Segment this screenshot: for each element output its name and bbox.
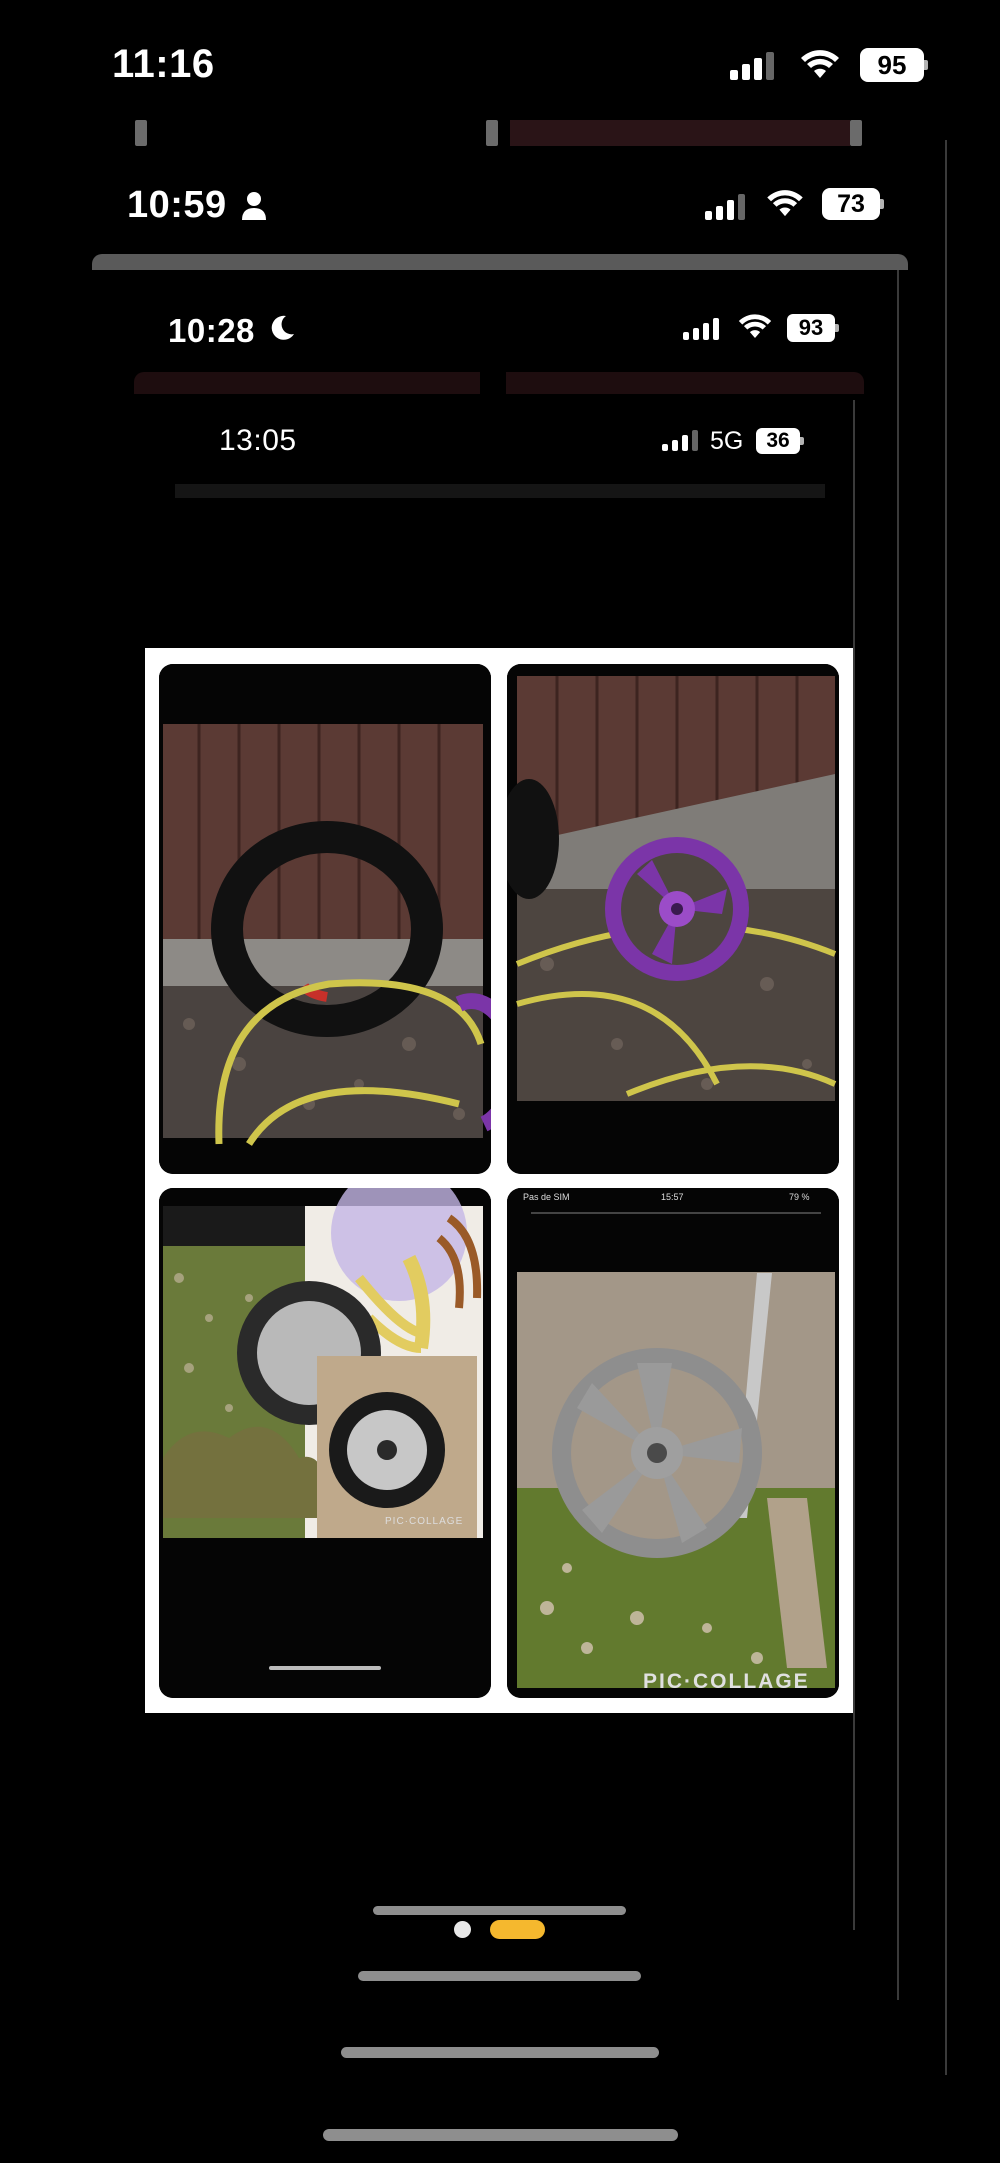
inner-status-right: 79 %: [789, 1192, 810, 1202]
wifi-icon: [800, 50, 840, 80]
status-time-1: 11:16: [112, 42, 215, 86]
network-label: 5G: [710, 427, 744, 455]
layer-right-edge: [853, 400, 855, 1930]
layer-edge: [175, 484, 825, 498]
page-dot[interactable]: [454, 1921, 471, 1938]
layer-right-edge: [897, 270, 899, 2000]
signal-icon: [730, 52, 774, 80]
status-time-3: 10:28: [168, 312, 255, 349]
signal-icon: [683, 318, 719, 340]
photo-tile-grey-wheel[interactable]: Pas de SIM 15:57 79 % PIC·COLLAGE: [507, 1188, 839, 1698]
layer-home-indicator: [358, 1971, 641, 1981]
layer-edge: [510, 120, 850, 146]
layer-edge: [486, 120, 498, 146]
moon-icon: [268, 314, 296, 347]
person-icon: [240, 190, 268, 225]
watermark-text: PIC·COLLAGE: [643, 1670, 810, 1693]
collage-card[interactable]: PIC·COLLAGE Pas de SIM 15:57 79 % PIC·CO…: [145, 648, 853, 1713]
photo-tile-black-tire[interactable]: [159, 664, 491, 1174]
photo-tile-purple-wheel[interactable]: [507, 664, 839, 1174]
inner-status-left: Pas de SIM: [523, 1192, 570, 1202]
status-time-2: 10:59: [127, 184, 227, 226]
page-dot-active[interactable]: [490, 1920, 545, 1939]
layer-edge: [850, 120, 862, 146]
photo-tile-silver-wheel-collage[interactable]: PIC·COLLAGE: [159, 1188, 491, 1698]
watermark-text: PIC·COLLAGE: [385, 1516, 464, 1527]
inner-status-time: 15:57: [661, 1192, 684, 1202]
status-time-4: 13:05: [219, 424, 297, 457]
layer-edge: [135, 120, 147, 146]
home-indicator[interactable]: [323, 2129, 678, 2141]
layer-home-indicator: [373, 1906, 626, 1915]
battery-icon: 95: [860, 48, 928, 82]
battery-icon: 93: [787, 314, 839, 342]
wifi-icon: [738, 314, 772, 340]
battery-icon: 36: [756, 428, 804, 454]
layer-gap: [480, 372, 506, 394]
battery-icon: 73: [822, 188, 884, 220]
layer-top-edge: [92, 254, 908, 270]
layer-home-indicator: [341, 2047, 659, 2058]
wifi-icon: [766, 190, 804, 218]
signal-icon: [662, 430, 698, 451]
signal-icon: [705, 194, 745, 220]
layer-right-edge: [945, 140, 947, 2075]
